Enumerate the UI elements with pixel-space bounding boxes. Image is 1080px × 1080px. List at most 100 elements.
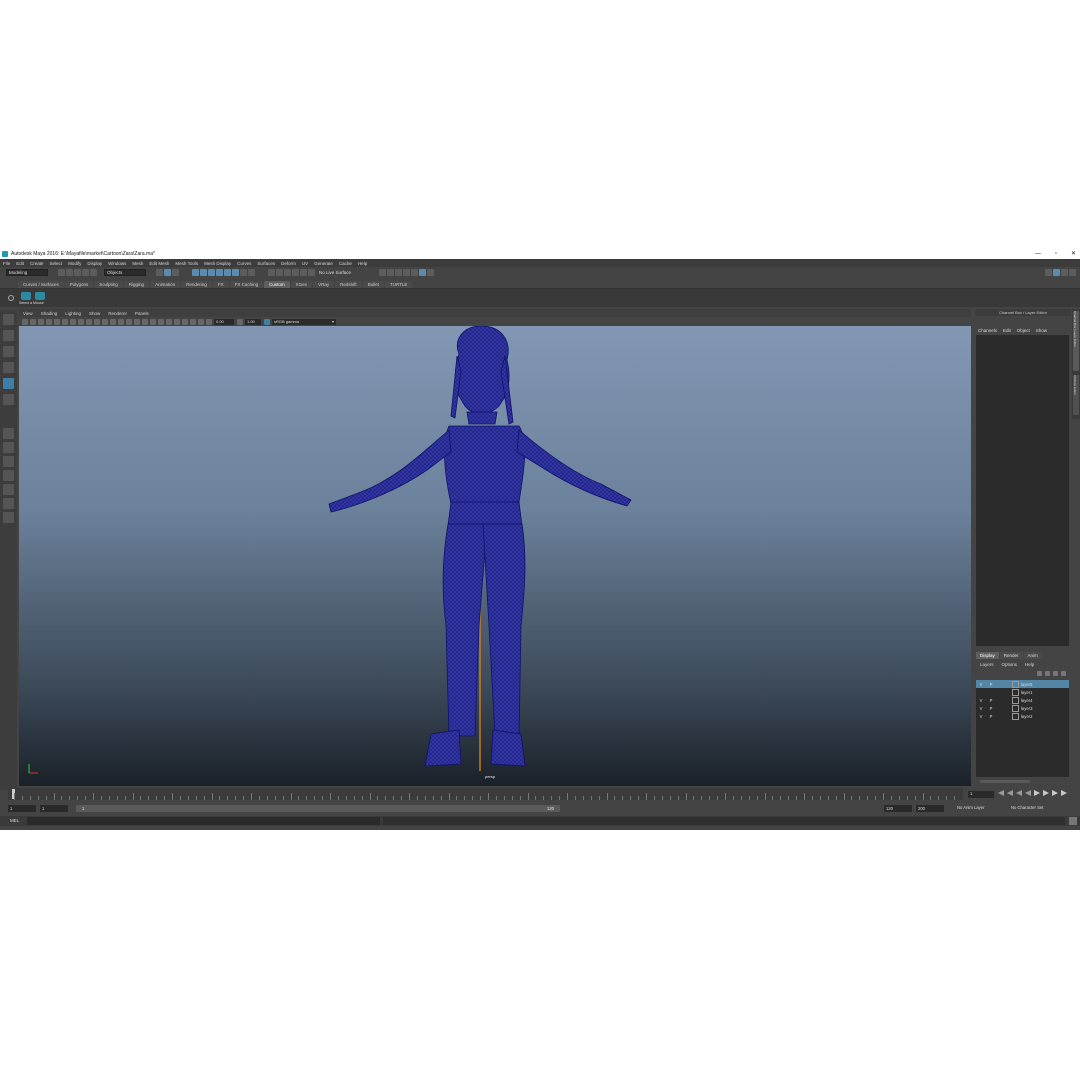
image-plane-icon[interactable] [46,318,52,325]
shelf-tab-animation[interactable]: Animation [150,281,181,288]
animation-start-field[interactable]: 1 [8,805,36,812]
hypershade-layout-icon[interactable] [3,498,14,509]
film-gate-icon[interactable] [62,318,68,325]
layer-tab-display[interactable]: Display [976,651,999,659]
lasso-tool-icon[interactable] [3,330,14,341]
layer-visibility-toggle[interactable]: V [976,682,986,687]
field-chart-icon[interactable] [86,318,92,325]
character-set-dropdown[interactable]: No Character Set [1011,805,1043,810]
camera-attributes-icon[interactable] [30,318,36,325]
snap-curve-icon[interactable] [276,269,283,276]
color-management-icon[interactable] [264,318,270,325]
new-layer-from-selection-icon[interactable] [1061,670,1066,676]
menu-mesh-display[interactable]: Mesh Display [201,261,234,266]
shelf-tab-rigging[interactable]: Rigging [123,281,150,288]
live-surface-label[interactable]: No Live Surface [319,270,351,275]
viewport-menu-shading[interactable]: Shading [37,311,62,316]
render-settings-icon[interactable] [403,269,411,276]
layer-tab-render[interactable]: Render [999,651,1023,659]
layer-tab-anim[interactable]: Anim [1023,651,1042,659]
pick-mask-icon[interactable] [232,269,239,276]
layer-color-icon[interactable] [1012,696,1019,704]
snap-point-icon[interactable] [284,269,291,276]
menu-mesh[interactable]: Mesh [129,261,146,266]
layer-playback-toggle[interactable]: P [986,706,996,711]
safe-title-icon[interactable] [102,318,108,325]
menu-edit[interactable]: Edit [13,261,27,266]
play-backwards-icon[interactable] [1025,790,1031,796]
pick-mask-icon[interactable] [192,269,199,276]
shelf-tab-xgen[interactable]: XGen [290,281,313,288]
move-layer-down-icon[interactable] [1045,670,1050,676]
menu-uv[interactable]: UV [299,261,311,266]
layer-playback-toggle[interactable]: P [986,698,996,703]
shelf-tab-turtle[interactable]: TURTLE [384,281,413,288]
minimize-button[interactable]: — [1035,251,1041,257]
channel-box-menu-edit[interactable]: Edit [1000,328,1014,333]
isolate-select-icon[interactable] [174,318,180,325]
gamma-field[interactable]: 1.00 [245,318,261,325]
textured-icon[interactable] [134,318,140,325]
resolution-gate-icon[interactable] [70,318,76,325]
panel-layout-icon[interactable] [1069,269,1076,276]
open-scene-icon[interactable] [66,269,73,276]
shelf-tab-custom[interactable]: Custom [264,281,290,288]
select-hierarchy-icon[interactable] [156,269,163,276]
step-back-key-icon[interactable] [1007,790,1013,796]
menu-cache[interactable]: Cache [336,261,355,266]
go-to-start-icon[interactable] [998,790,1004,796]
menu-select[interactable]: Select [47,261,66,266]
layout-options-icon[interactable] [3,512,14,523]
panel-layout-icon[interactable] [1061,269,1068,276]
outliner-layout-icon[interactable] [3,484,14,495]
layer-menu-options[interactable]: Options [998,662,1022,667]
workspace-icon[interactable] [1045,269,1052,276]
shelf-tab-sculpting[interactable]: Sculpting [94,281,123,288]
layer-row[interactable]: layer1 [976,688,1069,696]
shelf-tab-fx[interactable]: FX [212,281,229,288]
selection-mode-field[interactable]: Objects [104,269,146,276]
safe-action-icon[interactable] [94,318,100,325]
move-tool-icon[interactable] [3,362,14,373]
shelf-tab-curves-surfaces[interactable]: Curves / Surfaces [18,281,64,288]
highlight-icon[interactable] [248,269,255,276]
playback-start-field[interactable]: 1 [40,805,68,812]
xray-icon[interactable] [166,318,172,325]
view-transform-dropdown[interactable]: sRGB gamma ▾ [272,318,336,325]
gate-mask-icon[interactable] [78,318,84,325]
maximize-button[interactable]: ▫ [1055,251,1057,257]
command-language-label[interactable]: MEL [10,818,19,823]
layer-row[interactable]: V P layer4 [976,696,1069,704]
perspective-viewport[interactable]: persp [19,326,971,786]
channel-box-menu-show[interactable]: Show [1033,328,1050,333]
layer-row[interactable]: V P layer2 [976,712,1069,720]
exposure-field[interactable]: 0.00 [214,318,234,325]
menu-curves[interactable]: Curves [234,261,254,266]
paint-select-tool-icon[interactable] [3,346,14,357]
persp-graph-layout-icon[interactable] [3,470,14,481]
shelf-tab-vray[interactable]: VRay [313,281,335,288]
rotate-tool-icon[interactable] [3,378,14,389]
menu-modify[interactable]: Modify [65,261,84,266]
play-forwards-icon[interactable] [1034,790,1040,796]
pick-mask-icon[interactable] [216,269,223,276]
snap-surface-icon[interactable] [300,269,307,276]
viewport-menu-show[interactable]: Show [85,311,104,316]
shelf-script-icon[interactable] [35,292,45,300]
channel-box-area[interactable] [976,335,1069,646]
persp-outliner-layout-icon[interactable] [3,456,14,467]
animation-end-field[interactable]: 200 [916,805,944,812]
close-button[interactable]: ✕ [1071,250,1076,257]
shelf-button-label[interactable]: Select a Mouse [19,301,44,305]
shelf-tab-bullet[interactable]: Bullet [362,281,384,288]
shelf-script-icon[interactable] [21,292,31,300]
layer-menu-layers[interactable]: Layers [976,662,998,667]
menu-windows[interactable]: Windows [105,261,129,266]
hypershade-icon[interactable] [411,269,419,276]
bookmark-icon[interactable] [38,318,44,325]
shelf-tab-redshift[interactable]: Redshift [335,281,362,288]
lights-icon[interactable] [142,318,148,325]
channel-box-menu-object[interactable]: Object [1014,328,1033,333]
viewport-menu-lighting[interactable]: Lighting [61,311,85,316]
scale-tool-icon[interactable] [3,394,14,405]
